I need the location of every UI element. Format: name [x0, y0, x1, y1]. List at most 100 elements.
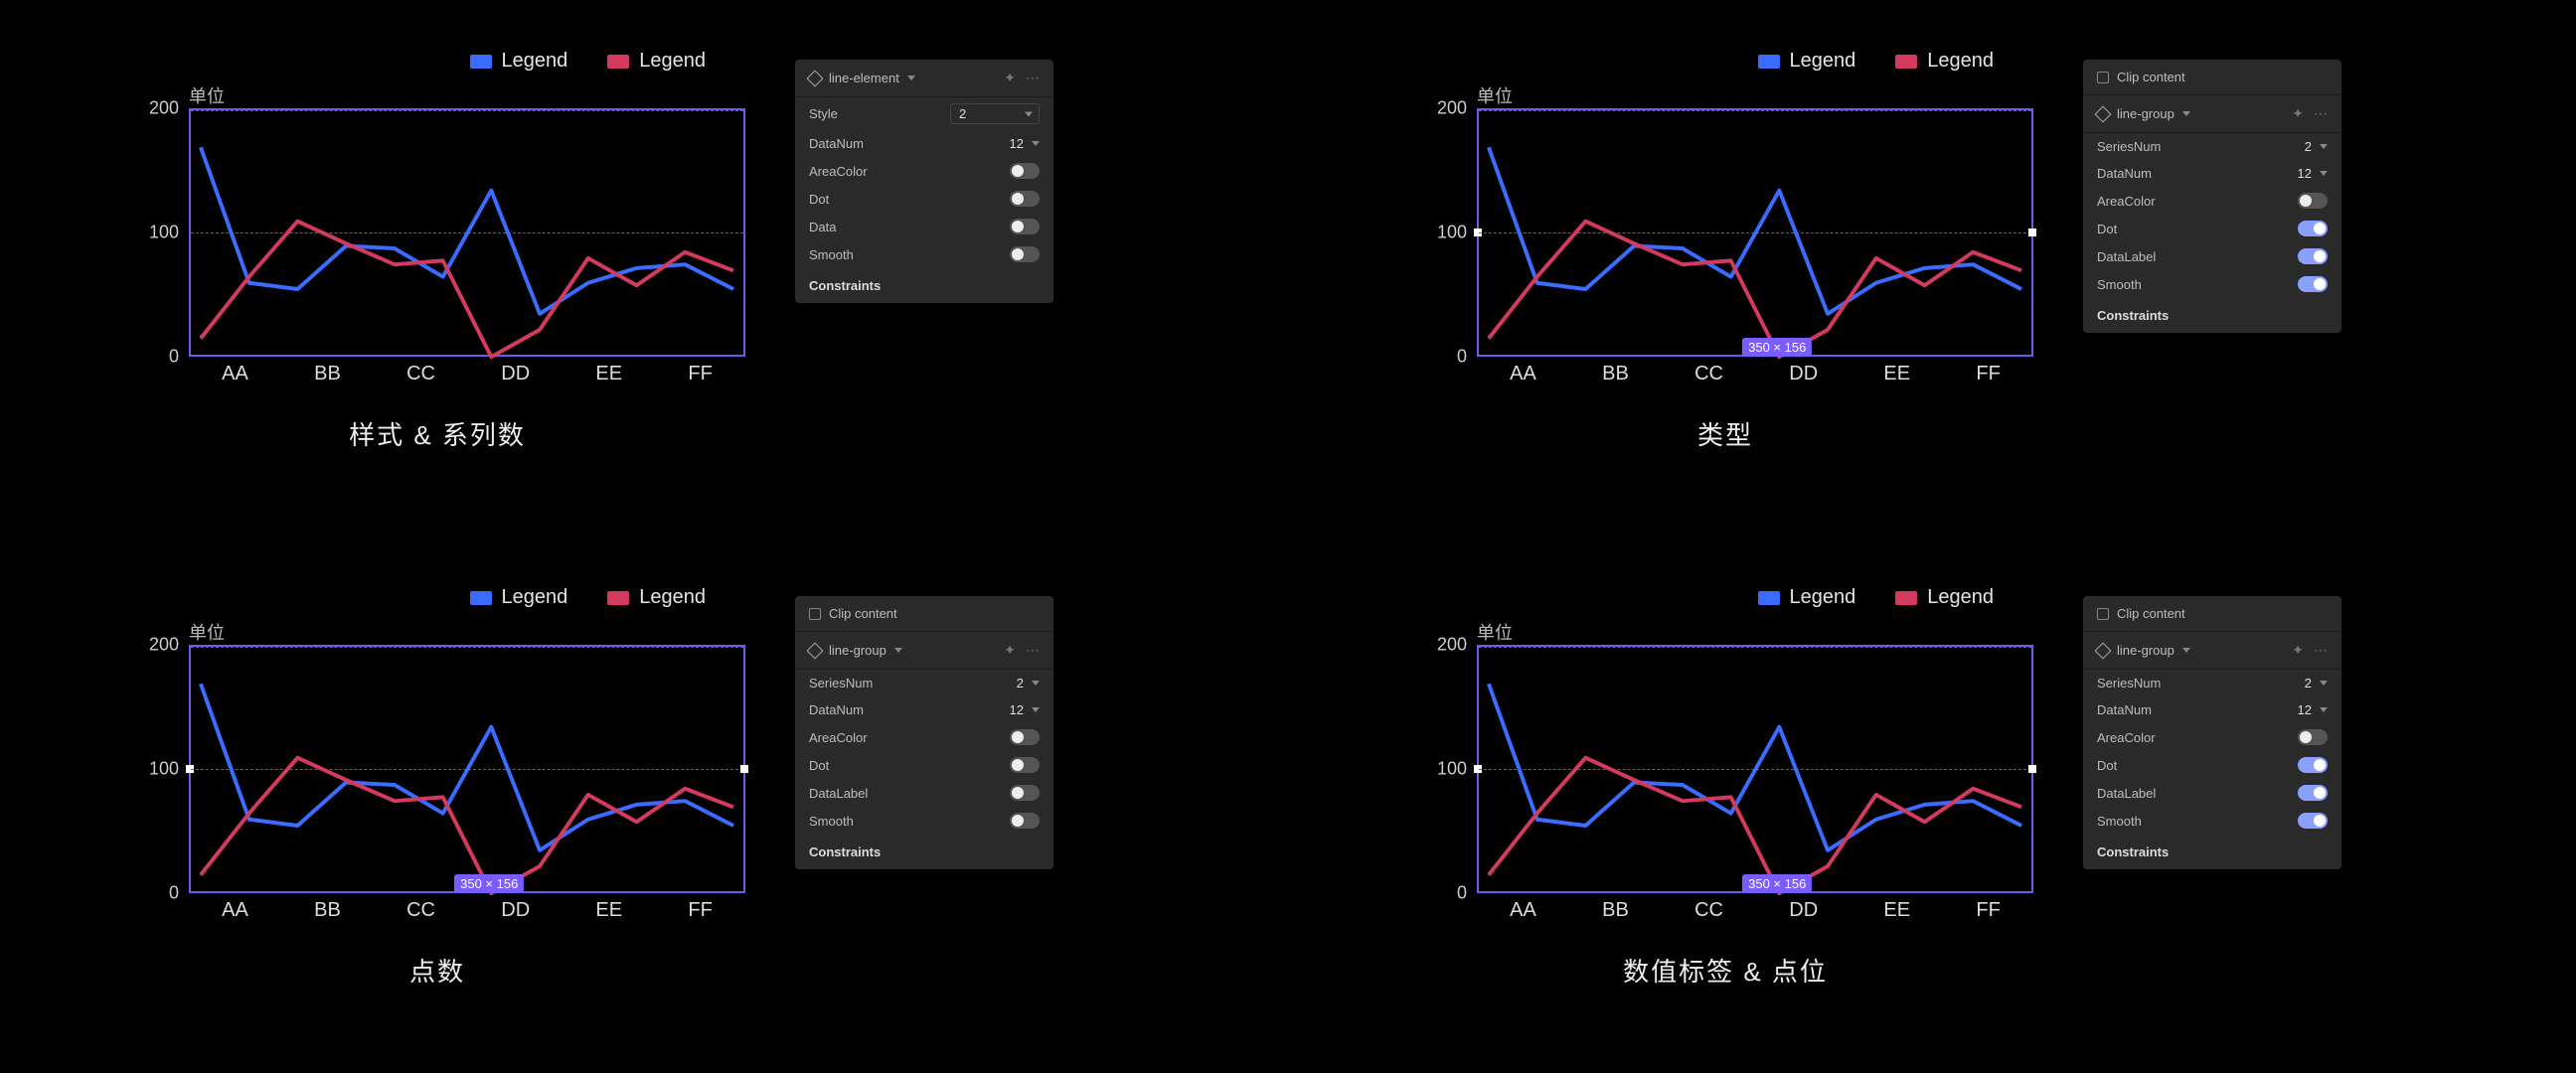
prop-toggle[interactable]: [2298, 221, 2328, 236]
caption: 类型: [1377, 415, 2073, 452]
chevron-down-icon[interactable]: [1032, 141, 1040, 146]
prop-toggle[interactable]: [2298, 276, 2328, 292]
prop-select[interactable]: 2: [950, 103, 1040, 124]
prop-label: DataNum: [809, 702, 864, 717]
x-tick: EE: [595, 899, 622, 922]
x-tick: DD: [1789, 899, 1818, 922]
caption: 样式 & 系列数: [89, 415, 785, 452]
prop-toggle[interactable]: [2298, 248, 2328, 264]
prop-label: AreaColor: [2097, 730, 2156, 745]
prop-label: DataLabel: [2097, 249, 2156, 264]
prop-toggle[interactable]: [2298, 757, 2328, 773]
prop-toggle[interactable]: [1010, 813, 1040, 829]
layer-name[interactable]: line-group: [2117, 106, 2174, 121]
prop-value[interactable]: 2: [2305, 139, 2312, 154]
chevron-down-icon[interactable]: [1032, 707, 1040, 712]
chevron-down-icon: [1025, 111, 1033, 116]
chevron-down-icon[interactable]: [907, 76, 915, 80]
constraints-heading: Constraints: [2097, 308, 2169, 323]
prop-row-datanum: DataNum12: [2083, 696, 2341, 723]
chevron-down-icon[interactable]: [2320, 144, 2328, 149]
chevron-down-icon[interactable]: [894, 648, 902, 653]
inspector-panel: Clip content line-group ✦ ⋯ SeriesNum2Da…: [795, 596, 1053, 869]
prop-value[interactable]: 2: [1017, 676, 1024, 690]
chevron-down-icon[interactable]: [2320, 681, 2328, 686]
legend-item-1: Legend: [1758, 586, 1856, 609]
prop-label: SeriesNum: [2097, 676, 2161, 690]
selection-size-badge: 350 × 156: [1742, 874, 1812, 893]
y-ticks: 200 100 0: [1417, 108, 1467, 357]
x-tick: DD: [501, 363, 530, 385]
plot-area[interactable]: [189, 108, 745, 357]
more-icon[interactable]: ⋯: [1026, 70, 1040, 86]
prop-toggle[interactable]: [2298, 729, 2328, 745]
prop-toggle[interactable]: [1010, 246, 1040, 262]
chevron-down-icon[interactable]: [2320, 707, 2328, 712]
reset-icon[interactable]: ✦: [1004, 70, 1016, 86]
prop-toggle[interactable]: [1010, 757, 1040, 773]
prop-toggle[interactable]: [1010, 729, 1040, 745]
plot-area[interactable]: 350 × 156: [1477, 108, 2033, 357]
cell-top-left: Legend Legend 单位 200 100 0: [0, 0, 1288, 536]
prop-row-seriesnum: SeriesNum2: [2083, 133, 2341, 160]
reset-icon[interactable]: ✦: [2292, 642, 2304, 659]
clip-content-checkbox[interactable]: [809, 608, 821, 620]
clip-content-label: Clip content: [2117, 606, 2185, 621]
prop-toggle[interactable]: [1010, 191, 1040, 207]
more-icon[interactable]: ⋯: [2314, 642, 2328, 659]
cell-bottom-left: Legend Legend 单位 200 100 0: [0, 536, 1288, 1073]
prop-list: SeriesNum2DataNum12AreaColorDotDataLabel…: [2083, 133, 2341, 298]
layer-name[interactable]: line-element: [829, 71, 899, 85]
prop-value[interactable]: 12: [2298, 702, 2312, 717]
more-icon[interactable]: ⋯: [1026, 642, 1040, 659]
prop-toggle[interactable]: [1010, 163, 1040, 179]
legend-label-2: Legend: [1927, 50, 1994, 73]
prop-row-dot: Dot: [795, 751, 1053, 779]
legend-item-2: Legend: [607, 586, 706, 609]
reset-icon[interactable]: ✦: [1004, 642, 1016, 659]
prop-toggle[interactable]: [2298, 785, 2328, 801]
reset-icon[interactable]: ✦: [2292, 105, 2304, 122]
chevron-down-icon[interactable]: [2182, 648, 2190, 653]
plot-area[interactable]: 350 × 156: [189, 645, 745, 893]
prop-row-datanum: DataNum 12: [2083, 160, 2341, 187]
legend-label-1: Legend: [502, 50, 568, 73]
prop-row-smooth: Smooth: [2083, 807, 2341, 835]
prop-value[interactable]: 12: [1010, 702, 1024, 717]
x-tick: BB: [1602, 363, 1629, 385]
component-icon: [2095, 105, 2112, 122]
prop-label: AreaColor: [809, 164, 868, 179]
more-icon[interactable]: ⋯: [2314, 105, 2328, 122]
legend-label-1: Legend: [1790, 586, 1856, 609]
legend-swatch-1: [1758, 55, 1780, 69]
prop-toggle[interactable]: [1010, 785, 1040, 801]
component-icon: [2095, 642, 2112, 659]
clip-content-checkbox[interactable]: [2097, 608, 2109, 620]
chevron-down-icon[interactable]: [1032, 681, 1040, 686]
cell-bottom-right: Legend Legend 单位 200 100 0: [1288, 536, 2576, 1073]
caption: 数值标签 & 点位: [1377, 952, 2073, 989]
prop-toggle[interactable]: [1010, 219, 1040, 234]
prop-value[interactable]: 12: [1010, 136, 1024, 151]
prop-label: DataNum: [809, 136, 864, 151]
x-tick: AA: [222, 363, 248, 385]
layer-name[interactable]: line-group: [2117, 643, 2174, 658]
chevron-down-icon[interactable]: [2320, 171, 2328, 176]
prop-label: DataNum: [2097, 166, 2152, 181]
chevron-down-icon[interactable]: [2182, 111, 2190, 116]
layer-name[interactable]: line-group: [829, 643, 886, 658]
prop-toggle[interactable]: [2298, 193, 2328, 209]
legend: Legend Legend: [1328, 20, 2023, 82]
prop-row-areacolor: AreaColor: [2083, 187, 2341, 215]
legend-item-2: Legend: [1895, 586, 1994, 609]
x-tick: FF: [1976, 899, 2000, 922]
plot-area[interactable]: 350 × 156: [1477, 645, 2033, 893]
series-line: [201, 222, 733, 358]
legend-swatch-1: [470, 591, 492, 605]
prop-value[interactable]: 12: [2298, 166, 2312, 181]
prop-toggle[interactable]: [2298, 813, 2328, 829]
clip-content-checkbox[interactable]: [2097, 72, 2109, 83]
prop-row-areacolor: AreaColor: [795, 723, 1053, 751]
component-icon: [807, 642, 824, 659]
prop-value[interactable]: 2: [2305, 676, 2312, 690]
